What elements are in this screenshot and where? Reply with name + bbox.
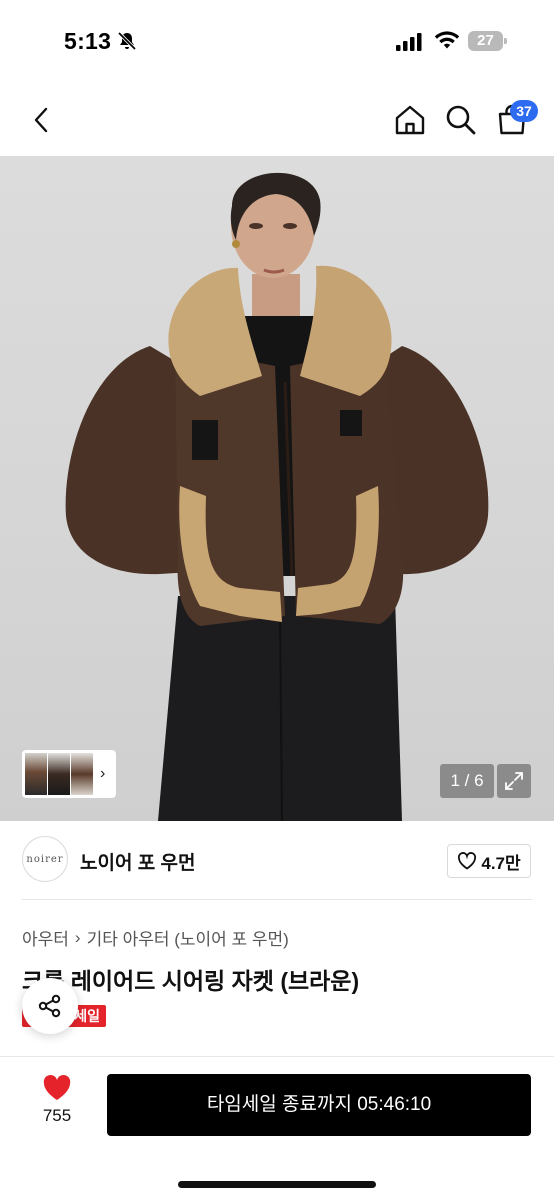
brand-like-button[interactable]: 4.7만 — [447, 844, 531, 878]
bell-slash-icon — [117, 31, 137, 51]
battery-indicator: 27 — [468, 31, 507, 51]
back-button[interactable] — [24, 102, 58, 138]
status-time: 5:13 — [64, 28, 112, 54]
brand-like-count: 4.7만 — [481, 853, 521, 873]
seller-name[interactable]: 노이어 포 우먼 — [80, 848, 195, 875]
divider — [22, 899, 532, 900]
chevron-right-icon: › — [74, 927, 81, 947]
search-icon — [446, 105, 476, 135]
heart-filled-icon — [43, 1075, 71, 1100]
heart-outline-icon — [458, 852, 477, 870]
cellular-signal-icon — [396, 33, 422, 51]
image-page-counter: 1 / 6 — [440, 764, 494, 798]
product-photo-illustration — [65, 172, 489, 821]
home-icon — [395, 105, 425, 135]
share-button[interactable] — [22, 978, 78, 1034]
expand-icon — [505, 772, 523, 790]
buy-button[interactable]: 타임세일 종료까지 05:46:10 — [107, 1074, 531, 1136]
breadcrumb-item-outer[interactable]: 아우터 — [22, 925, 69, 950]
chevron-right-icon: › — [100, 765, 106, 782]
home-button[interactable] — [392, 102, 428, 138]
breadcrumb: 아우터 › 기타 아우터 (노이어 포 우먼) — [22, 925, 289, 950]
wishlist-button[interactable]: 755 — [22, 1075, 92, 1139]
breadcrumb-item-category[interactable]: 기타 아우터 (노이어 포 우먼) — [87, 925, 289, 950]
chevron-left-icon — [34, 107, 48, 133]
seller-logo[interactable]: noirer — [22, 836, 68, 882]
home-indicator — [178, 1181, 376, 1188]
expand-button[interactable] — [497, 764, 531, 798]
wifi-icon — [434, 31, 460, 49]
status-bar: 5:13 27 — [0, 0, 554, 84]
bottom-action-bar: 755 타임세일 종료까지 05:46:10 — [0, 1056, 554, 1200]
product-image[interactable] — [0, 156, 554, 821]
battery-level: 27 — [477, 32, 494, 49]
top-navigation — [0, 84, 554, 156]
seller-row[interactable]: noirer 노이어 포 우먼 4.7만 — [0, 822, 554, 900]
thumbnail-3[interactable] — [71, 753, 93, 795]
thumbnail-1[interactable] — [25, 753, 47, 795]
share-icon — [38, 994, 61, 1018]
wishlist-count: 755 — [42, 1106, 72, 1125]
cart-count-badge: 37 — [510, 100, 538, 122]
thumbnail-strip[interactable]: › — [22, 750, 116, 798]
thumbnail-2[interactable] — [48, 753, 70, 795]
search-button[interactable] — [443, 102, 479, 138]
